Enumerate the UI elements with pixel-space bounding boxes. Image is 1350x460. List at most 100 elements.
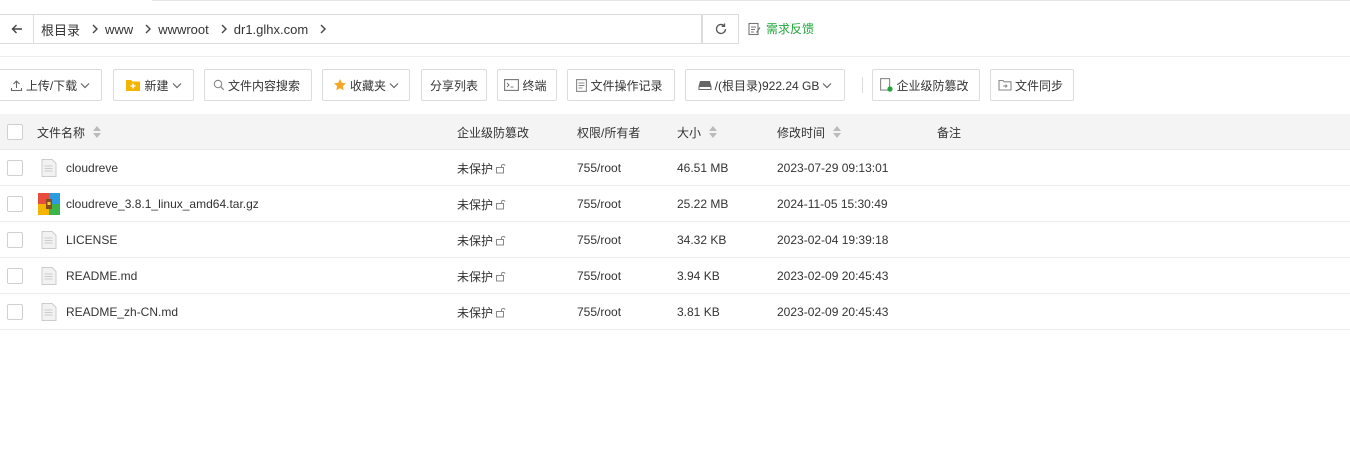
mtime-cell: 2023-02-04 19:39:18 [777,233,889,247]
feedback-link[interactable]: 需求反馈 [748,20,814,37]
favorites-button[interactable]: 收藏夹 [322,69,410,101]
star-icon [334,79,346,91]
table-row[interactable]: README_zh-CN.md 未保护 755/root 3.81 KB 202… [0,294,1350,330]
search-icon [213,79,225,91]
row-checkbox[interactable] [7,304,23,320]
back-button[interactable] [0,14,34,44]
breadcrumb-www[interactable]: www [104,22,139,37]
chevron-down-icon [172,82,181,88]
tamper-status-label: 未保护 [457,269,494,284]
row-checkbox[interactable] [7,268,23,284]
edit-note-icon [748,22,761,35]
mtime-cell: 2023-07-29 09:13:01 [777,161,889,175]
table-row[interactable]: LICENSE 未保护 755/root 34.32 KB 2023-02-04… [0,222,1350,258]
chevron-right-icon[interactable] [139,14,157,44]
tamper-status[interactable]: 未保护 [457,150,506,186]
table-row[interactable]: cloudreve 未保护 755/root 46.51 MB 2023-07-… [0,150,1350,186]
file-icon [38,229,60,251]
mtime-cell: 2024-11-05 15:30:49 [777,197,888,211]
file-icon [38,265,60,287]
column-size-label: 大小 [677,125,702,140]
tamper-status[interactable]: 未保护 [457,222,506,258]
tamper-status[interactable]: 未保护 [457,186,506,222]
tamper-status-label: 未保护 [457,233,494,248]
chevron-down-icon [389,82,399,88]
table-header: 文件名称 企业级防篡改 权限/所有者 大小 修改时间 备注 [0,114,1350,150]
row-checkbox[interactable] [7,160,23,176]
toolbar: 上传/下载 新建 文件内容搜索 收藏夹 分享列表 终端 文件操作记录 /(根目录… [0,69,1350,101]
breadcrumb-root[interactable]: 根目录 [40,20,86,39]
terminal-button[interactable]: 终端 [497,69,557,101]
permission-cell[interactable]: 755/root [577,186,621,222]
operation-log-button[interactable]: 文件操作记录 [567,69,675,101]
share-list-button[interactable]: 分享列表 [421,69,487,101]
tamper-proof-button[interactable]: 企业级防篡改 [872,69,980,101]
document-icon [576,78,588,92]
table-row[interactable]: cloudreve_3.8.1_linux_amd64.tar.gz 未保护 7… [0,186,1350,222]
chevron-down-icon [822,82,832,88]
column-name-header[interactable]: 文件名称 [37,114,102,150]
new-button[interactable]: 新建 [113,69,194,101]
row-checkbox[interactable] [7,196,23,212]
breadcrumb-wwwroot[interactable]: wwwroot [157,22,215,37]
tamper-status-label: 未保护 [457,197,494,212]
chevron-right-icon[interactable] [86,14,104,44]
permission-cell[interactable]: 755/root [577,258,621,294]
breadcrumb-site[interactable]: dr1.glhx.com [233,22,314,37]
sync-folder-icon [998,79,1012,91]
column-note-label: 备注 [937,125,962,140]
file-name[interactable]: README_zh-CN.md [66,305,178,319]
size-cell: 3.81 KB [677,305,720,319]
new-folder-icon [126,80,141,91]
toolbar-divider [862,77,863,93]
sort-icon[interactable] [93,126,102,138]
file-name-cell[interactable]: cloudreve [38,150,118,186]
disk-select-button[interactable]: /(根目录)922.24 GB [685,69,845,101]
row-checkbox[interactable] [7,232,23,248]
breadcrumb[interactable]: 根目录 www wwwroot dr1.glhx.com [34,14,702,44]
lock-open-icon [496,271,506,281]
content-search-button[interactable]: 文件内容搜索 [204,69,312,101]
file-name[interactable]: cloudreve [66,161,118,175]
file-name-cell[interactable]: README.md [38,258,137,294]
favorites-label: 收藏夹 [349,78,386,93]
tamper-status[interactable]: 未保护 [457,258,506,294]
chevron-right-icon[interactable] [314,14,332,44]
select-all-checkbox[interactable] [7,124,23,140]
terminal-label: 终端 [522,78,547,93]
size-cell: 25.22 MB [677,197,729,211]
new-label: 新建 [144,78,169,93]
permission-cell[interactable]: 755/root [577,294,621,330]
column-tamper-header: 企业级防篡改 [457,114,529,150]
shield-document-icon [880,78,894,92]
file-name-cell[interactable]: README_zh-CN.md [38,294,178,330]
column-size-header[interactable]: 大小 [677,114,718,150]
upload-download-label: 上传/下载 [25,78,78,93]
column-perm-label: 权限/所有者 [577,125,641,140]
table-row[interactable]: README.md 未保护 755/root 3.94 KB 2023-02-0… [0,258,1350,294]
column-perm-header: 权限/所有者 [577,114,640,150]
tamper-status[interactable]: 未保护 [457,294,506,330]
file-name[interactable]: README.md [66,269,137,283]
tamper-status-label: 未保护 [457,161,494,176]
disk-label: /(根目录)922.24 GB [714,78,820,93]
chevron-right-icon[interactable] [215,14,233,44]
file-icon [38,301,60,323]
hard-disk-icon [698,80,712,90]
column-name-label: 文件名称 [37,125,86,140]
permission-cell[interactable]: 755/root [577,222,621,258]
refresh-button[interactable] [702,14,739,44]
sort-icon[interactable] [833,126,842,138]
permission-cell[interactable]: 755/root [577,150,621,186]
file-name-cell[interactable]: cloudreve_3.8.1_linux_amd64.tar.gz [38,186,259,222]
file-sync-label: 文件同步 [1014,78,1063,93]
file-sync-button[interactable]: 文件同步 [990,69,1074,101]
file-name[interactable]: cloudreve_3.8.1_linux_amd64.tar.gz [66,197,259,211]
column-mtime-header[interactable]: 修改时间 [777,114,842,150]
file-name[interactable]: LICENSE [66,233,117,247]
file-icon [38,157,60,179]
file-name-cell[interactable]: LICENSE [38,222,117,258]
operation-log-label: 文件操作记录 [590,78,663,93]
upload-download-button[interactable]: 上传/下载 [0,69,102,101]
sort-icon[interactable] [709,126,718,138]
